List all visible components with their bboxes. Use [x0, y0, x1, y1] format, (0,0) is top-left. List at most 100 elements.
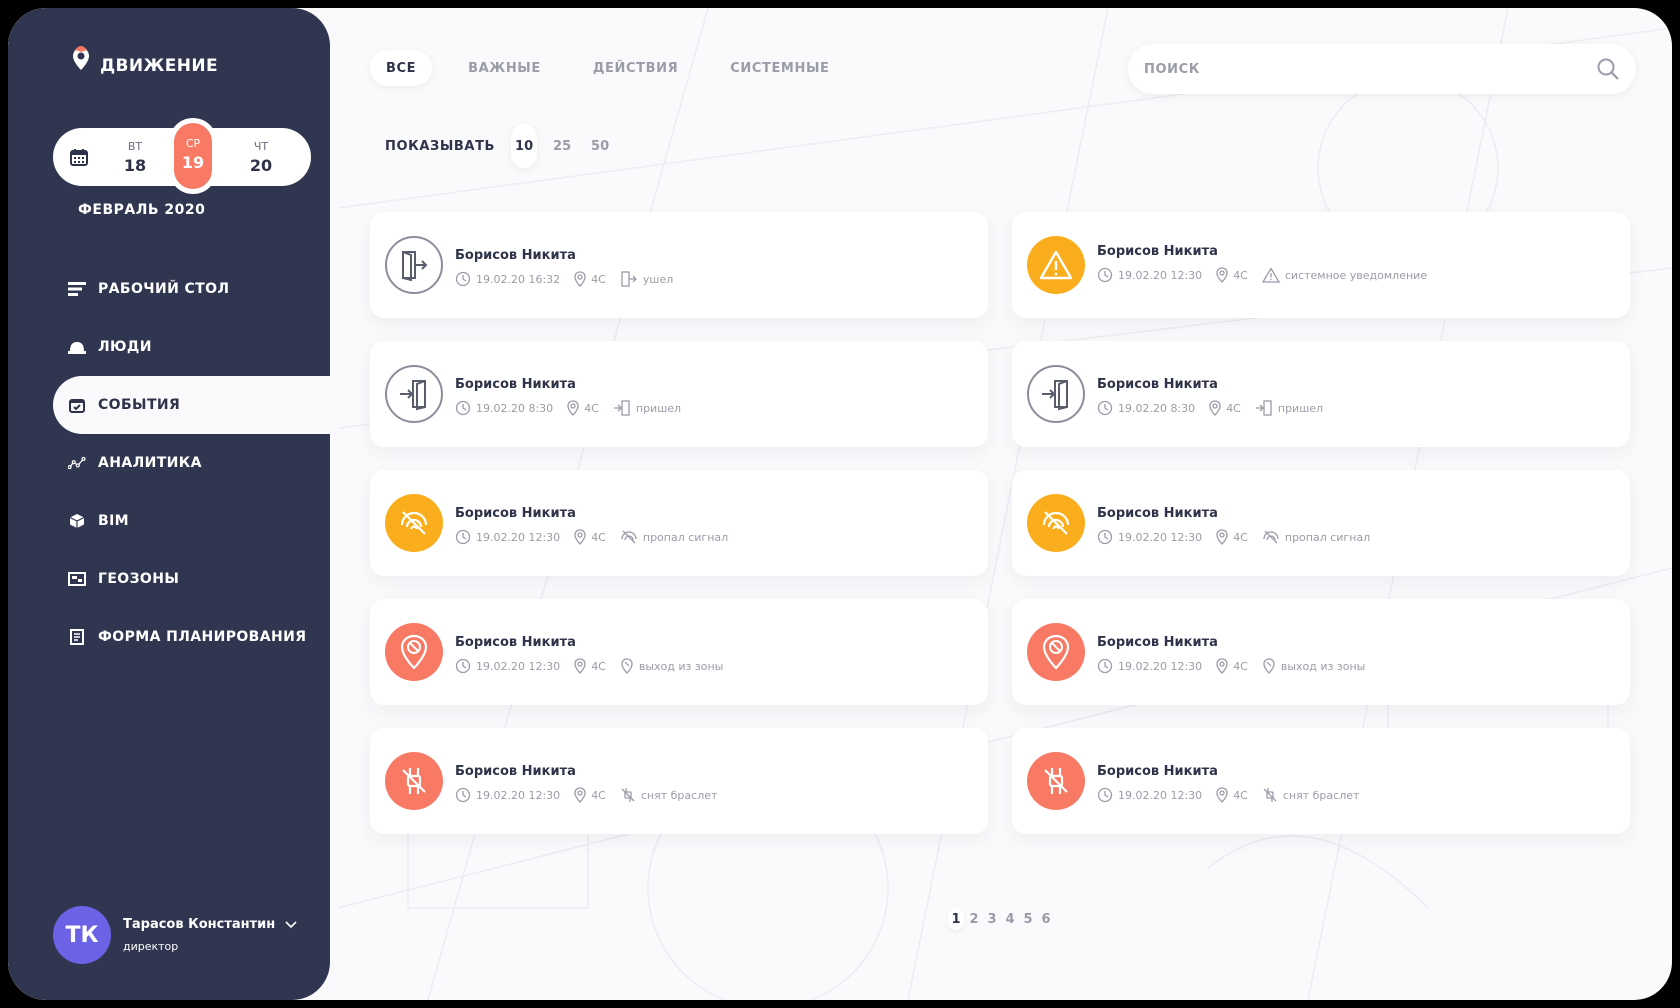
event-card[interactable]: Борисов Никита 19.02.20 12:30 4С выход и…: [1012, 599, 1630, 705]
location-icon: [574, 658, 586, 674]
zone-exit-icon: [1042, 634, 1070, 670]
location-icon: [1216, 658, 1228, 674]
event-time: 19.02.20 12:30: [476, 659, 561, 673]
page-size-10[interactable]: 10: [511, 124, 538, 168]
user-name: Тарасов Константин: [123, 917, 276, 932]
bracelet-removed-icon: [1263, 788, 1277, 802]
event-status: снят браслет: [640, 788, 718, 802]
event-location: 4С: [591, 272, 606, 286]
page-1[interactable]: 1: [948, 908, 964, 930]
sidebar-item-people[interactable]: ЛЮДИ: [8, 318, 330, 376]
zone-exit-icon: [621, 658, 633, 674]
page-6[interactable]: 6: [1038, 908, 1054, 930]
page-size-25[interactable]: 25: [549, 124, 575, 168]
page-4[interactable]: 4: [1002, 908, 1018, 930]
event-meta: 19.02.20 12:30 4С снят браслет: [455, 787, 731, 803]
event-time: 19.02.20 12:30: [1118, 268, 1203, 282]
sidebar-item-dashboard[interactable]: РАБОЧИЙ СТОЛ: [8, 260, 330, 318]
sidebar-item-geozones[interactable]: ГЕОЗОНЫ: [8, 550, 330, 608]
helmet-icon: [68, 338, 86, 356]
event-meta: 19.02.20 12:30 4С выход из зоны: [455, 658, 737, 674]
page-size-label: ПОКАЗЫВАТЬ: [385, 138, 496, 154]
location-icon: [1209, 400, 1221, 416]
clock-icon: [455, 787, 471, 803]
tab-important[interactable]: ВАЖНЫЕ: [452, 50, 557, 86]
clock-icon: [1097, 267, 1113, 283]
event-location: 4С: [591, 530, 606, 544]
zone-exit-icon: [1263, 658, 1275, 674]
door-enter-icon: [400, 380, 426, 411]
analytics-icon: [68, 454, 86, 472]
exit-badge: [385, 236, 443, 294]
event-status: выход из зоны: [638, 659, 724, 673]
day-active-weekday: СР: [185, 137, 201, 150]
page-5[interactable]: 5: [1020, 908, 1036, 930]
chevron-down-icon[interactable]: [285, 920, 297, 929]
location-pin-logo-icon: [73, 46, 89, 70]
sidebar-item-label: АНАЛИТИКА: [98, 455, 202, 471]
day-next[interactable]: ЧТ 20: [239, 140, 283, 175]
signal-lost-icon: [400, 511, 428, 535]
event-time: 19.02.20 12:30: [1118, 530, 1203, 544]
day-next-weekday: ЧТ: [253, 140, 269, 153]
event-card[interactable]: Борисов Никита 19.02.20 12:30 4С пропал …: [1012, 470, 1630, 576]
event-card[interactable]: Борисов Никита 19.02.20 12:30 4С выход и…: [370, 599, 988, 705]
tab-all[interactable]: ВСЕ: [370, 50, 433, 86]
page-3[interactable]: 3: [984, 908, 1000, 930]
user-profile[interactable]: ТК Тарасов Константин директор: [53, 906, 297, 964]
search-box: [1128, 44, 1636, 94]
event-meta: 19.02.20 12:30 4С снят браслет: [1097, 787, 1373, 803]
day-prev-number: 18: [123, 156, 147, 175]
zone-exit-badge: [1027, 623, 1085, 681]
signal-lost-icon: [1042, 511, 1070, 535]
event-person: Борисов Никита: [1097, 764, 1218, 779]
logo[interactable]: ДВИЖЕНИЕ: [70, 42, 218, 76]
event-card[interactable]: Борисов Никита 19.02.20 12:30 4С снят бр…: [1012, 728, 1630, 834]
active-item-highlight: [53, 376, 330, 434]
sidebar-item-events[interactable]: СОБЫТИЯ: [8, 376, 330, 434]
event-card[interactable]: Борисов Никита 19.02.20 12:30 4С пропал …: [370, 470, 988, 576]
event-card[interactable]: Борисов Никита 19.02.20 16:32 4С ушел: [370, 212, 988, 318]
sidebar: ДВИЖЕНИЕ ВТ 18 СР 19 ЧТ 20 ФЕВРАЛЬ 2020 …: [8, 8, 330, 1000]
calendar-icon[interactable]: [69, 147, 89, 167]
search-input[interactable]: [1144, 61, 1596, 77]
clock-icon: [455, 400, 471, 416]
cube-icon: [68, 512, 86, 530]
sidebar-item-label: ГЕОЗОНЫ: [98, 571, 180, 587]
page-2[interactable]: 2: [966, 908, 982, 930]
page-size-50[interactable]: 50: [587, 124, 613, 168]
event-card[interactable]: Борисов Никита 19.02.20 12:30 4С системн…: [1012, 212, 1630, 318]
enter-badge: [385, 365, 443, 423]
user-name-row[interactable]: Тарасов Константин: [123, 917, 297, 932]
event-time: 19.02.20 16:32: [476, 272, 561, 286]
pagination: 1 2 3 4 5 6: [948, 908, 1054, 930]
tab-system[interactable]: СИСТЕМНЫЕ: [714, 50, 845, 86]
avatar[interactable]: ТК: [53, 906, 111, 964]
user-role: директор: [123, 940, 179, 953]
day-next-number: 20: [249, 156, 273, 175]
event-person: Борисов Никита: [1097, 506, 1218, 521]
clock-icon: [455, 658, 471, 674]
month-label[interactable]: ФЕВРАЛЬ 2020: [78, 202, 205, 218]
search-icon[interactable]: [1596, 57, 1620, 81]
sidebar-item-bim[interactable]: BIM: [8, 492, 330, 550]
sidebar-item-planning-form[interactable]: ФОРМА ПЛАНИРОВАНИЯ: [8, 608, 330, 666]
clock-icon: [455, 271, 471, 287]
tab-actions[interactable]: ДЕЙСТВИЯ: [577, 50, 694, 86]
event-card[interactable]: Борисов Никита 19.02.20 8:30 4С пришел: [370, 341, 988, 447]
event-location: 4С: [584, 401, 599, 415]
event-card[interactable]: Борисов Никита 19.02.20 12:30 4С снят бр…: [370, 728, 988, 834]
bracelet-removed-icon: [402, 768, 426, 794]
event-status: выход из зоны: [1280, 659, 1366, 673]
event-meta: 19.02.20 8:30 4С пришел: [1097, 400, 1337, 416]
door-enter-icon: [1042, 380, 1068, 411]
location-icon: [1216, 529, 1228, 545]
sidebar-item-analytics[interactable]: АНАЛИТИКА: [8, 434, 330, 492]
event-person: Борисов Никита: [455, 635, 576, 650]
event-card[interactable]: Борисов Никита 19.02.20 8:30 4С пришел: [1012, 341, 1630, 447]
event-location: 4С: [1233, 788, 1248, 802]
day-active[interactable]: СР 19: [169, 118, 217, 194]
day-prev[interactable]: ВТ 18: [113, 140, 157, 175]
location-icon: [574, 529, 586, 545]
event-person: Борисов Никита: [455, 506, 576, 521]
